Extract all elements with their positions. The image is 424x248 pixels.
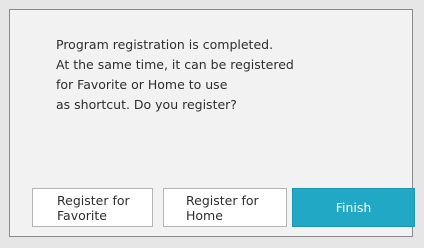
- message-line-2: At the same time, it can be registered: [56, 57, 294, 72]
- dialog-message: Program registration is completed. At th…: [56, 35, 376, 115]
- register-favorite-label-line-2: Favorite: [57, 207, 107, 223]
- message-line-3: for Favorite or Home to use: [56, 77, 228, 92]
- finish-button[interactable]: Finish: [292, 188, 415, 227]
- register-favorite-label-line-1: Register for: [57, 192, 130, 208]
- register-home-button[interactable]: Register for Home: [163, 188, 287, 227]
- register-home-label-line-2: Home: [186, 207, 223, 223]
- message-line-1: Program registration is completed.: [56, 37, 274, 52]
- registration-dialog: Program registration is completed. At th…: [9, 9, 415, 237]
- message-line-4: as shortcut. Do you register?: [56, 97, 237, 112]
- register-favorite-button[interactable]: Register for Favorite: [32, 188, 153, 227]
- screen: Program registration is completed. At th…: [0, 0, 424, 248]
- register-home-label-line-1: Register for: [186, 192, 259, 208]
